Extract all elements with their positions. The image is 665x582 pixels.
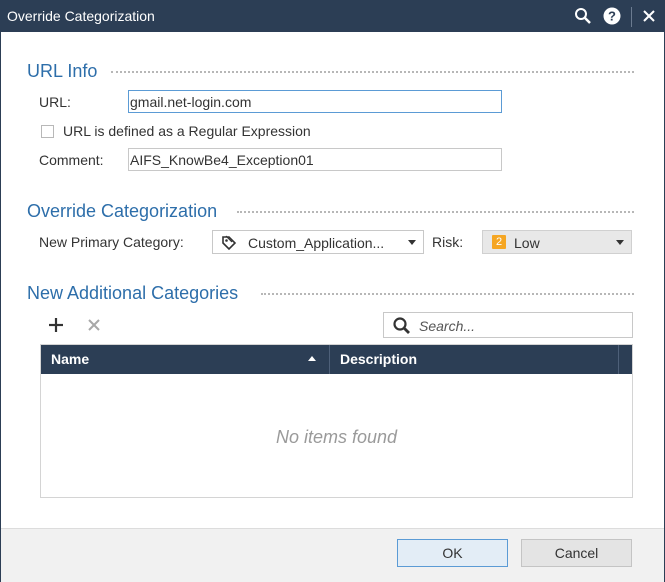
search-input[interactable]: Search... — [383, 312, 633, 338]
override-heading: Override Categorization — [27, 201, 218, 221]
url-label: URL: — [39, 94, 71, 110]
add-icon[interactable] — [45, 314, 67, 336]
regex-label: URL is defined as a Regular Expression — [63, 123, 311, 139]
remove-icon[interactable] — [83, 314, 105, 336]
url-info-heading: URL Info — [27, 61, 98, 81]
column-header-description[interactable]: Description — [340, 345, 417, 374]
risk-level-badge: 2 — [492, 235, 506, 249]
primary-category-value: Custom_Application... — [248, 235, 385, 251]
column-header-name[interactable]: Name — [51, 345, 89, 374]
chevron-down-icon — [408, 240, 416, 245]
section-divider — [111, 71, 634, 73]
additional-categories-table: Name Description No items found — [40, 344, 633, 498]
ok-button[interactable]: OK — [397, 539, 508, 567]
section-divider — [261, 293, 634, 295]
empty-state: No items found — [275, 427, 398, 447]
section-divider — [237, 211, 634, 213]
title-bar: Override Categorization ? — [1, 1, 664, 32]
regex-checkbox[interactable] — [41, 125, 54, 138]
help-icon[interactable]: ? — [602, 6, 622, 26]
titlebar-separator — [631, 7, 632, 27]
comment-input[interactable] — [128, 148, 502, 171]
svg-text:?: ? — [608, 9, 616, 24]
sort-ascending-icon — [308, 356, 316, 361]
search-icon — [392, 316, 412, 339]
search-icon[interactable] — [573, 6, 593, 26]
cancel-button[interactable]: Cancel — [521, 539, 632, 567]
risk-value: Low — [514, 235, 540, 251]
primary-category-select[interactable]: Custom_Application... — [212, 230, 424, 254]
risk-select[interactable]: 2 Low — [482, 230, 632, 254]
risk-label: Risk: — [432, 234, 464, 250]
tag-icon — [221, 235, 237, 254]
additional-categories-heading: New Additional Categories — [27, 283, 239, 303]
search-placeholder: Search... — [419, 318, 476, 334]
window-title: Override Categorization — [7, 8, 155, 24]
primary-category-label: New Primary Category: — [39, 234, 184, 250]
column-separator — [618, 345, 619, 374]
chevron-down-icon — [616, 240, 624, 245]
url-input[interactable] — [128, 90, 502, 113]
override-categorization-dialog: Override Categorization ? URL Info URL: … — [0, 0, 665, 582]
close-icon[interactable] — [639, 6, 659, 26]
table-header: Name Description — [41, 345, 632, 374]
dialog-footer: OK Cancel — [1, 528, 664, 582]
column-separator — [329, 345, 330, 374]
comment-label: Comment: — [39, 152, 104, 168]
